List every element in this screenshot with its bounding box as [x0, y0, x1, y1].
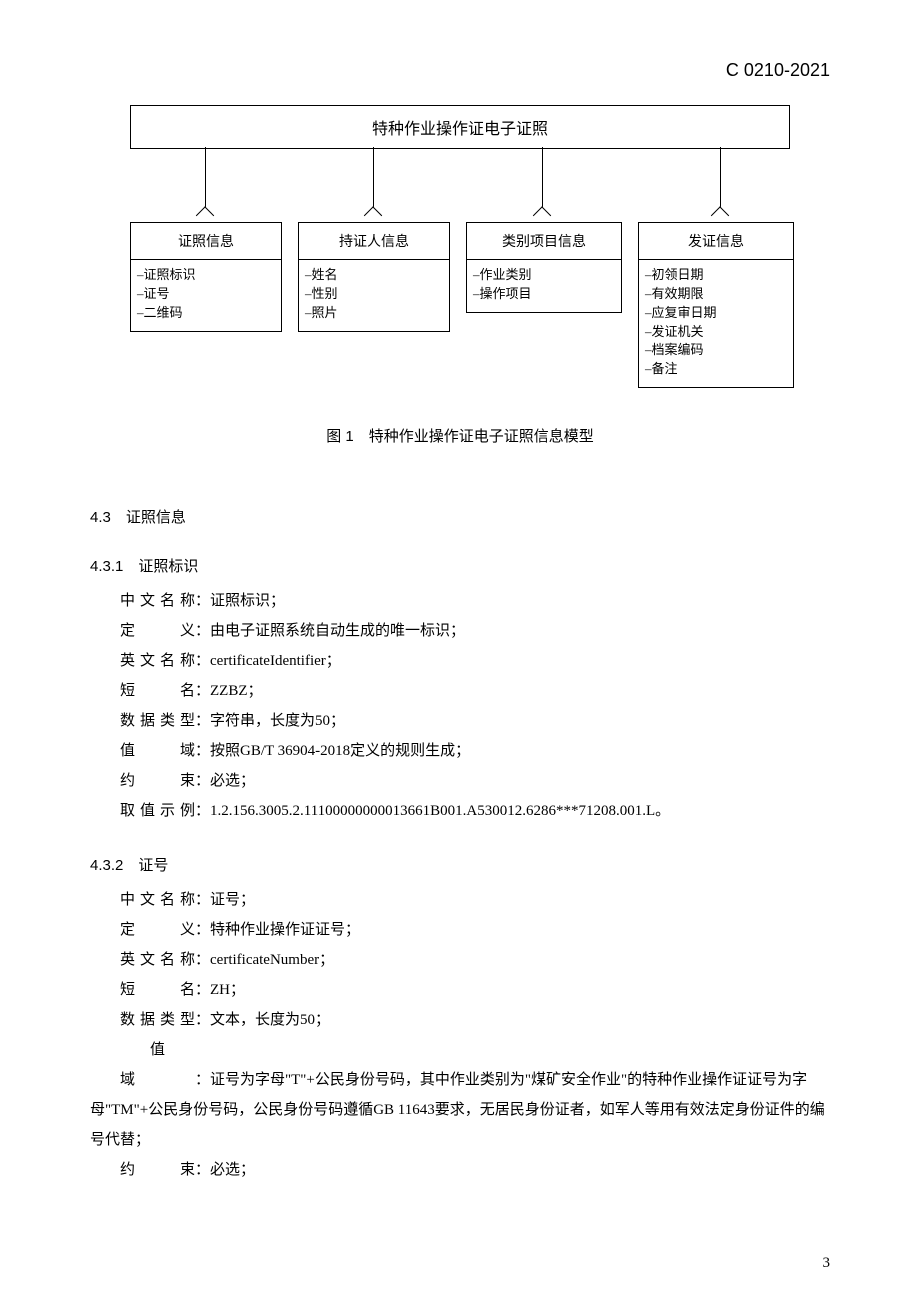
list-item: 照片: [305, 304, 443, 323]
page-number: 3: [823, 1255, 831, 1272]
field-label: 取值示例: [120, 796, 195, 826]
figure-caption: 图 1 特种作业操作证电子证照信息模型: [90, 425, 830, 446]
field-label: 约 束: [120, 1155, 195, 1185]
field-value: 特种作业操作证证号；: [210, 922, 360, 938]
field-value: 必选；: [210, 1162, 255, 1178]
field-label: 中文名称: [120, 885, 195, 915]
diagram-box-issue-info: 发证信息 初领日期 有效期限 应复审日期 发证机关 档案编码 备注: [638, 222, 794, 388]
definition-block: 约 束：必选；: [120, 1155, 830, 1185]
field-value: certificateNumber；: [210, 952, 334, 968]
doc-header: C 0210-2021: [90, 60, 830, 81]
field-label: 英文名称: [120, 945, 195, 975]
list-item: 姓名: [305, 266, 443, 285]
diagram-top-box: 特种作业操作证电子证照: [130, 105, 790, 149]
field-label: 数据类型: [120, 1005, 195, 1035]
field-label: 数据类型: [120, 706, 195, 736]
field-value: 由电子证照系统自动生成的唯一标识；: [210, 623, 465, 639]
list-item: 初领日期: [645, 266, 787, 285]
field-value: 字符串，长度为50；: [210, 713, 345, 729]
diagram-box-holder-info: 持证人信息 姓名 性别 照片: [298, 222, 450, 332]
list-item: 备注: [645, 360, 787, 379]
field-value: 证号；: [210, 892, 255, 908]
field-value: 证照标识；: [210, 593, 285, 609]
field-value: ZZBZ；: [210, 683, 263, 699]
field-domain-para: 值 域：证号为字母"T"+公民身份号码，其中作业类别为"煤矿安全作业"的特种作业…: [90, 1035, 830, 1155]
field-value: ZH；: [210, 982, 245, 998]
box-title: 类别项目信息: [467, 223, 621, 260]
list-item: 有效期限: [645, 285, 787, 304]
definition-block: 中文名称：证照标识； 定 义：由电子证照系统自动生成的唯一标识； 英文名称：ce…: [120, 586, 830, 826]
diagram-box-cert-info: 证照信息 证照标识 证号 二维码: [130, 222, 282, 332]
field-value: certificateIdentifier；: [210, 653, 341, 669]
diagram-box-category-info: 类别项目信息 作业类别 操作项目: [466, 222, 622, 313]
field-label: 中文名称: [120, 586, 195, 616]
field-label: 约 束: [120, 766, 195, 796]
box-title: 证照信息: [131, 223, 281, 260]
box-title: 持证人信息: [299, 223, 449, 260]
field-label: 值 域: [120, 736, 195, 766]
field-value: 按照GB/T 36904-2018定义的规则生成；: [210, 743, 470, 759]
field-label: 短 名: [120, 975, 195, 1005]
field-label: 值 域: [120, 1035, 195, 1095]
box-items: 姓名 性别 照片: [299, 260, 449, 331]
list-item: 发证机关: [645, 323, 787, 342]
model-diagram: 特种作业操作证电子证照 证照信息 证照标识 证号 二维码 持证人信息 姓名 性别…: [130, 105, 790, 395]
box-items: 证照标识 证号 二维码: [131, 260, 281, 331]
list-item: 二维码: [137, 304, 275, 323]
list-item: 档案编码: [645, 341, 787, 360]
field-value: 1.2.156.3005.2.11100000000013661B001.A53…: [210, 803, 670, 819]
section-4.3.2: 4.3.2 证号: [90, 854, 830, 875]
definition-block: 中文名称：证号； 定 义：特种作业操作证证号； 英文名称：certificate…: [120, 885, 830, 1035]
field-value: 必选；: [210, 773, 255, 789]
field-value: 文本，长度为50；: [210, 1012, 330, 1028]
section-4.3.1: 4.3.1 证照标识: [90, 555, 830, 576]
list-item: 操作项目: [473, 285, 615, 304]
box-items: 作业类别 操作项目: [467, 260, 621, 312]
list-item: 性别: [305, 285, 443, 304]
box-items: 初领日期 有效期限 应复审日期 发证机关 档案编码 备注: [639, 260, 793, 387]
field-label: 定 义: [120, 616, 195, 646]
list-item: 应复审日期: [645, 304, 787, 323]
section-4.3: 4.3 证照信息: [90, 506, 830, 527]
field-value: 证号为字母"T"+公民身份号码，其中作业类别为"煤矿安全作业"的特种作业操作证证…: [90, 1072, 825, 1148]
field-label: 短 名: [120, 676, 195, 706]
list-item: 证照标识: [137, 266, 275, 285]
field-label: 定 义: [120, 915, 195, 945]
box-title: 发证信息: [639, 223, 793, 260]
list-item: 作业类别: [473, 266, 615, 285]
field-label: 英文名称: [120, 646, 195, 676]
list-item: 证号: [137, 285, 275, 304]
